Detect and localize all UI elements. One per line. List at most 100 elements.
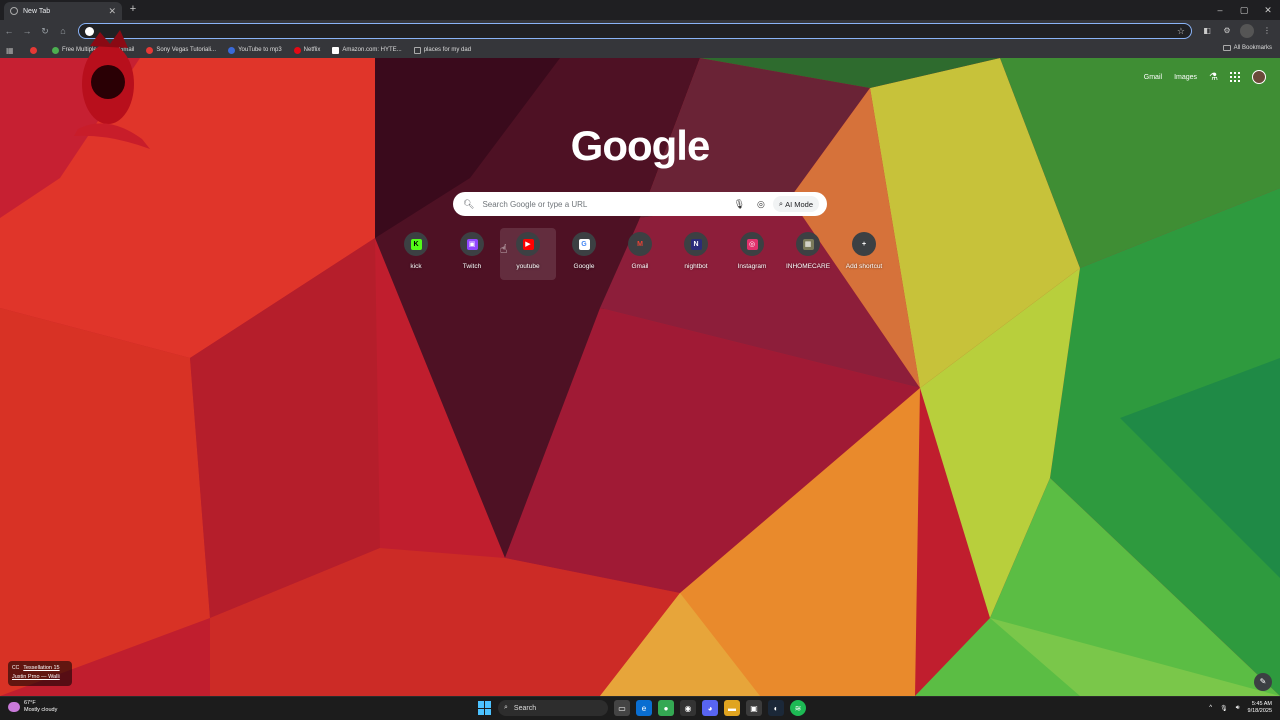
all-bookmarks-button[interactable]: All Bookmarks: [1222, 45, 1272, 51]
task-view-icon[interactable]: ▭: [614, 700, 630, 716]
shortcut-label: Twitch: [462, 263, 482, 270]
maximize-button[interactable]: ▢: [1232, 0, 1256, 20]
search-icon: ⌕: [504, 704, 508, 711]
shortcut-gmail[interactable]: M Gmail: [612, 228, 668, 280]
chrome-favicon-icon: [10, 7, 18, 15]
shortcut-label: INHOMECARE: [785, 263, 831, 270]
shortcut-favicon-icon: ▶: [516, 232, 540, 256]
bookmark-item[interactable]: [30, 46, 40, 54]
ai-mode-button[interactable]: ⌕ AI Mode: [772, 196, 819, 212]
address-input[interactable]: [98, 26, 1177, 36]
bookmark-folder[interactable]: places for my dad: [413, 46, 471, 54]
new-tab-button[interactable]: +: [127, 3, 139, 15]
shortcut-nightbot[interactable]: Nnightbot: [668, 228, 724, 280]
weather-widget[interactable]: 67°F Mostly cloudy: [8, 700, 57, 714]
newtab-top-links: Gmail Images ⚗: [1144, 70, 1280, 84]
google-apps-icon[interactable]: [1230, 72, 1240, 82]
background-credit[interactable]: CC Tessellation 15 Justin Prno — Walli: [8, 661, 72, 686]
back-arrow-icon[interactable]: ←: [0, 26, 18, 36]
close-window-button[interactable]: ✕: [1256, 0, 1280, 20]
bookmark-favicon-icon: [228, 46, 236, 54]
search-input[interactable]: [482, 199, 734, 209]
weather-cloud-icon: [8, 702, 20, 712]
tab-title: New Tab: [23, 7, 51, 15]
netflix-favicon-icon: [293, 46, 301, 54]
reload-icon[interactable]: ↻: [36, 26, 54, 37]
volume-icon[interactable]: 🔊︎: [1236, 705, 1240, 712]
edge-browser-icon[interactable]: e: [636, 700, 652, 716]
profile-avatar-icon[interactable]: [1240, 24, 1254, 38]
address-bar[interactable]: ☆: [78, 23, 1192, 39]
windows-start-icon[interactable]: [478, 701, 492, 715]
browser-toolbar: ← → ↻ ⌂ ☆ ◧ ⚙ ⋮: [0, 20, 1280, 42]
bookmark-item[interactable]: Sony Vegas Tutoriali...: [146, 46, 216, 54]
shortcut-inhomecare[interactable]: ▦ INHOMECARE: [780, 228, 836, 280]
search-icon: 🔍︎: [463, 198, 475, 209]
shortcut-kick[interactable]: Kkick: [388, 228, 444, 280]
shortcut-youtube[interactable]: ▶ youtube: [500, 228, 556, 280]
minimize-button[interactable]: –: [1208, 0, 1232, 20]
taskbar-search[interactable]: ⌕ Search: [498, 700, 608, 716]
youtube-favicon-icon: [30, 46, 37, 54]
folder-icon: [413, 46, 421, 54]
windows-taskbar: 67°F Mostly cloudy ⌕ Search ▭ e ● ◉ ◕ ▬ …: [0, 696, 1280, 720]
shortcut-label: youtube: [516, 263, 540, 270]
shortcut-favicon-icon: ▣: [460, 232, 484, 256]
forward-arrow-icon[interactable]: →: [18, 26, 36, 36]
menu-dots-icon[interactable]: ⋮: [1260, 24, 1274, 38]
shortcut-label: kick: [410, 263, 422, 270]
shortcut-favicon-icon: G: [572, 232, 596, 256]
github-icon[interactable]: ◉: [680, 700, 696, 716]
shortcut-label: nightbot: [684, 263, 708, 270]
creative-commons-icon: CC: [12, 665, 20, 671]
microphone-icon[interactable]: 🎙︎: [734, 199, 745, 210]
side-panel-icon[interactable]: ◧: [1200, 24, 1214, 38]
bookmark-item[interactable]: YouTube to mp3: [228, 46, 282, 54]
shortcut-favicon-icon: M: [628, 232, 652, 256]
tray-chevron-icon[interactable]: ^: [1209, 705, 1212, 711]
images-link[interactable]: Images: [1174, 74, 1197, 81]
gmail-link[interactable]: Gmail: [1144, 74, 1162, 81]
shortcut-instagram[interactable]: ◎ Instagram: [724, 228, 780, 280]
shortcut-favicon-icon: N: [684, 232, 708, 256]
shortcut-google[interactable]: G Google: [556, 228, 612, 280]
amazon-favicon-icon: [332, 46, 340, 54]
bookmark-item[interactable]: Amazon.com: HYTE...: [332, 46, 402, 54]
folder-icon: [1222, 45, 1231, 51]
google-logo: Google: [570, 122, 711, 169]
account-avatar[interactable]: [1252, 70, 1266, 84]
shortcut-add-shortcut[interactable]: + Add shortcut: [836, 228, 892, 280]
spotify-icon[interactable]: ≋: [790, 700, 806, 716]
steam-icon[interactable]: ◐: [768, 700, 784, 716]
search-box[interactable]: 🔍︎ 🎙︎ ◎ ⌕ AI Mode: [453, 192, 827, 216]
file-explorer-icon[interactable]: ▬: [724, 700, 740, 716]
apps-grid-icon[interactable]: ▦: [6, 46, 16, 55]
bookmark-favicon-icon: [52, 46, 59, 54]
shortcut-tiles: Kkick ▣ Twitch ▶ youtube G Google M Gmail Nnightb…: [388, 228, 892, 280]
discord-icon[interactable]: ◕: [702, 700, 718, 716]
labs-flask-icon[interactable]: ⚗: [1209, 72, 1218, 83]
store-icon[interactable]: ▣: [746, 700, 762, 716]
title-bar: New Tab ✕ + – ▢ ✕: [0, 0, 1280, 20]
shortcut-label: Gmail: [631, 263, 649, 270]
shortcut-twitch[interactable]: ▣ Twitch: [444, 228, 500, 280]
shortcut-label: Google: [573, 263, 595, 270]
window-controls: – ▢ ✕: [1208, 0, 1280, 20]
google-lens-icon[interactable]: ◎: [757, 199, 765, 210]
shortcut-favicon-icon: ▦: [796, 232, 820, 256]
taskbar-apps: ⌕ Search ▭ e ● ◉ ◕ ▬ ▣ ◐ ≋: [478, 700, 806, 716]
bookmark-star-icon[interactable]: ☆: [1177, 26, 1185, 37]
tab-new-tab[interactable]: New Tab ✕: [4, 2, 122, 20]
shortcut-label: Instagram: [737, 263, 767, 270]
chrome-icon[interactable]: ●: [658, 700, 674, 716]
bookmark-item[interactable]: Netflix: [293, 46, 320, 54]
bookmarks-bar: ▦ Free Multiple Gmail Sony Vegas Tutoria…: [0, 42, 1280, 58]
close-tab-icon[interactable]: ✕: [108, 6, 116, 17]
taskbar-clock[interactable]: 5:45 AM 9/18/2025: [1248, 701, 1272, 715]
toolbar-right: ◧ ⚙ ⋮: [1200, 24, 1274, 38]
customize-pencil-icon[interactable]: ✎: [1254, 673, 1272, 691]
microphone-icon[interactable]: 🎙︎: [1220, 705, 1228, 712]
extensions-icon[interactable]: ⚙: [1220, 24, 1234, 38]
shortcut-favicon-icon: +: [852, 232, 876, 256]
shortcut-label: Add shortcut: [845, 263, 883, 270]
